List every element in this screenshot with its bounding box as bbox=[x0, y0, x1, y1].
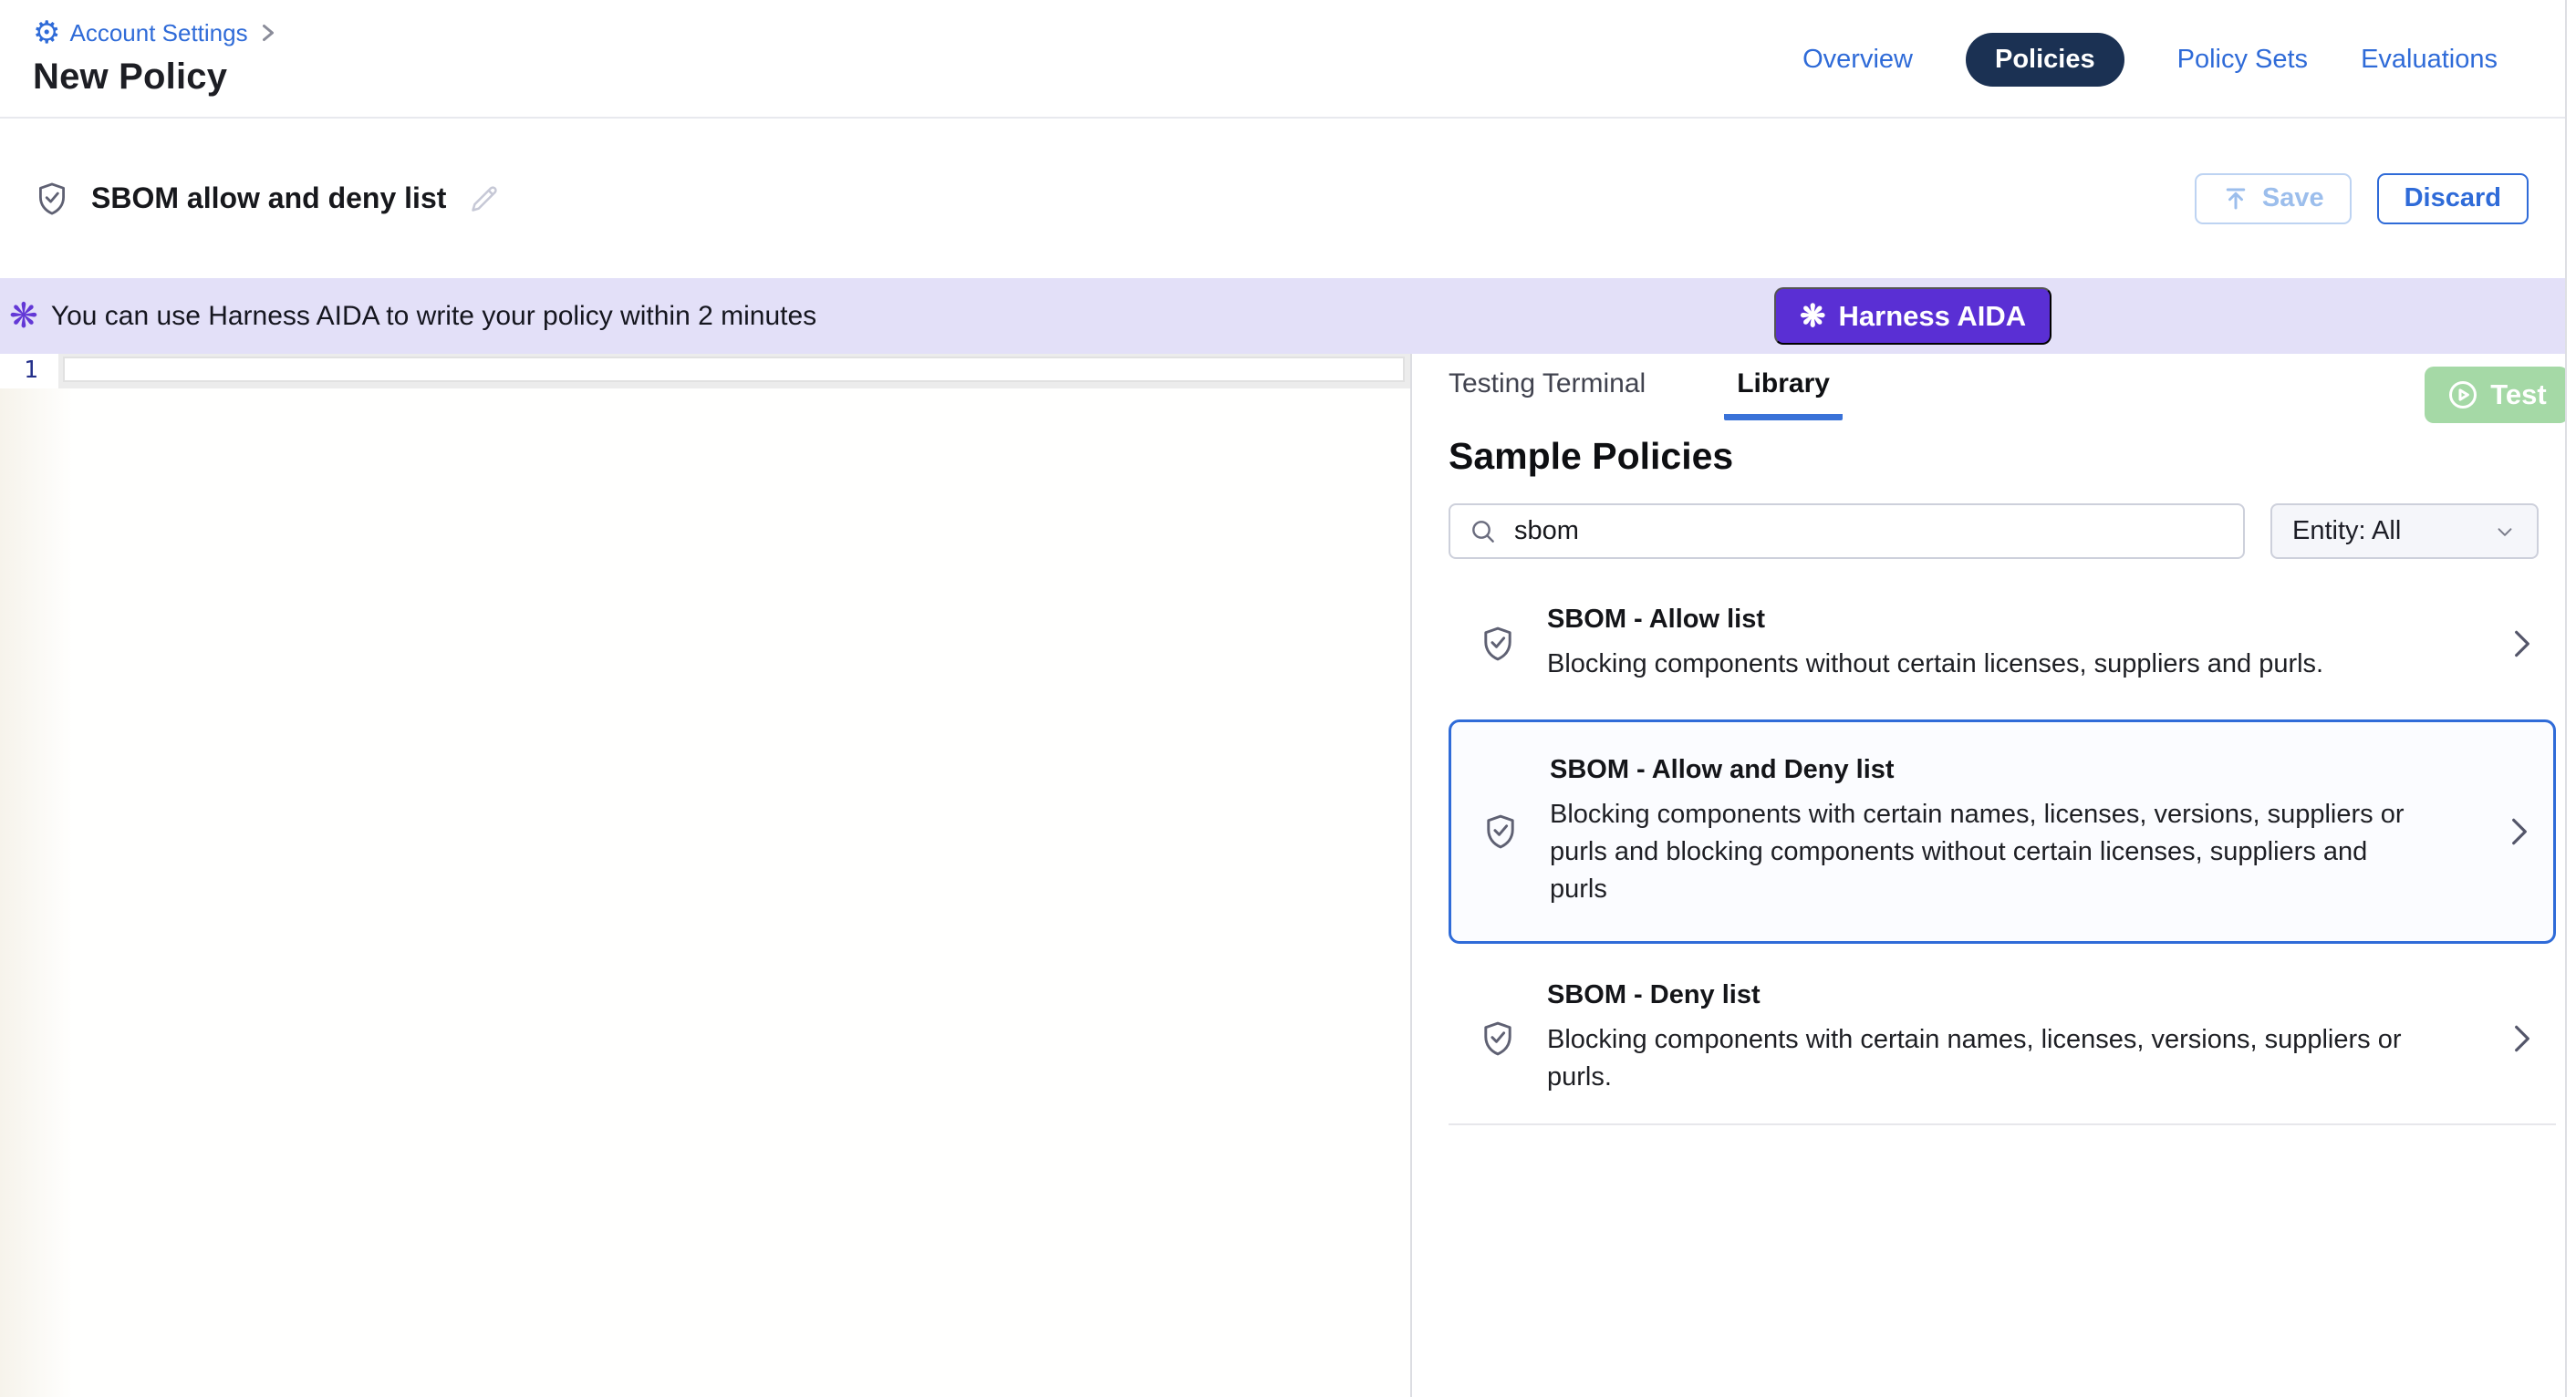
search-icon bbox=[1469, 517, 1498, 546]
shield-check-icon bbox=[1478, 1019, 1518, 1059]
nav-tab-overview[interactable]: Overview bbox=[1802, 45, 1913, 75]
editor-current-line[interactable] bbox=[63, 357, 1405, 382]
test-button-label: Test bbox=[2490, 378, 2546, 411]
aida-button-sparkle-icon: ❋ bbox=[1800, 299, 1826, 334]
tab-library[interactable]: Library bbox=[1724, 368, 1843, 420]
editor-line-number: 1 bbox=[0, 354, 58, 388]
chevron-right-icon[interactable] bbox=[2506, 814, 2533, 849]
chevron-right-icon[interactable] bbox=[2508, 626, 2536, 661]
policy-card-sbom-deny-list[interactable]: SBOM - Deny list Blocking components wit… bbox=[1449, 980, 2556, 1096]
editor-current-line-wrap bbox=[58, 354, 1410, 388]
page-scrollbar[interactable] bbox=[2565, 0, 2576, 1397]
edit-pencil-icon[interactable] bbox=[466, 181, 503, 217]
chevron-right-icon[interactable] bbox=[2508, 1021, 2536, 1056]
policy-card-title: SBOM - Allow list bbox=[1547, 605, 2405, 635]
policy-card-description: Blocking components with certain names, … bbox=[1550, 796, 2407, 908]
policy-card-description: Blocking components with certain names, … bbox=[1547, 1021, 2405, 1096]
header-left: ⚙ Account Settings New Policy bbox=[33, 15, 277, 117]
module-nav: Overview Policies Policy Sets Evaluation… bbox=[1802, 24, 2498, 95]
nav-tab-policies[interactable]: Policies bbox=[1966, 33, 2124, 87]
breadcrumb-account-settings-link[interactable]: Account Settings bbox=[69, 19, 247, 47]
shield-check-icon bbox=[1478, 624, 1518, 664]
tab-testing-terminal[interactable]: Testing Terminal bbox=[1449, 368, 1646, 420]
breadcrumb-chevron-right-icon bbox=[259, 22, 277, 44]
search-filter-row: Entity: All bbox=[1449, 503, 2576, 559]
search-box bbox=[1449, 503, 2245, 559]
test-button[interactable]: Test bbox=[2425, 367, 2569, 423]
entity-filter-value: Entity: All bbox=[2292, 516, 2401, 546]
policy-card-description: Blocking components without certain lice… bbox=[1547, 646, 2405, 683]
upload-icon bbox=[2222, 185, 2249, 212]
settings-gear-icon: ⚙ bbox=[33, 17, 60, 48]
shield-check-icon bbox=[33, 180, 71, 218]
discard-button-label: Discard bbox=[2405, 183, 2501, 213]
aida-banner: ❋ You can use Harness AIDA to write your… bbox=[0, 278, 2565, 354]
nav-tab-policy-sets[interactable]: Policy Sets bbox=[2177, 45, 2308, 75]
entity-filter-dropdown[interactable]: Entity: All bbox=[2270, 503, 2539, 559]
aida-button-label: Harness AIDA bbox=[1839, 300, 2027, 333]
new-policy-page: ⚙ Account Settings New Policy Overview P… bbox=[0, 0, 2576, 1397]
save-button[interactable]: Save bbox=[2195, 173, 2352, 224]
aida-banner-message: You can use Harness AIDA to write your p… bbox=[51, 301, 816, 332]
policy-card-body: SBOM - Allow list Blocking components wi… bbox=[1547, 605, 2405, 683]
chevron-down-icon bbox=[2493, 520, 2517, 543]
policy-code-editor[interactable]: 1 bbox=[0, 354, 1412, 1397]
sample-policy-list: SBOM - Allow list Blocking components wi… bbox=[1449, 605, 2576, 1125]
policy-card-sbom-allow-list[interactable]: SBOM - Allow list Blocking components wi… bbox=[1449, 605, 2556, 683]
harness-aida-button[interactable]: ❋ Harness AIDA bbox=[1774, 287, 2051, 345]
policy-card-title: SBOM - Deny list bbox=[1547, 980, 2405, 1010]
page-header: ⚙ Account Settings New Policy Overview P… bbox=[0, 0, 2576, 119]
discard-button[interactable]: Discard bbox=[2377, 173, 2529, 224]
aida-sparkle-icon: ❋ bbox=[9, 299, 38, 334]
policy-card-body: SBOM - Deny list Blocking components wit… bbox=[1547, 980, 2405, 1096]
toolbar-actions: Save Discard bbox=[2195, 173, 2529, 224]
policy-name-group: SBOM allow and deny list bbox=[33, 180, 503, 218]
policy-toolbar: SBOM allow and deny list Save Discard bbox=[0, 119, 2576, 278]
list-divider bbox=[1449, 1123, 2556, 1125]
breadcrumb: ⚙ Account Settings bbox=[33, 15, 277, 51]
panel-tabs: Testing Terminal Library bbox=[1449, 368, 2576, 420]
search-input[interactable] bbox=[1512, 515, 2225, 547]
save-button-label: Save bbox=[2262, 183, 2324, 213]
policy-card-sbom-allow-and-deny-list[interactable]: SBOM - Allow and Deny list Blocking comp… bbox=[1449, 719, 2556, 944]
policy-name: SBOM allow and deny list bbox=[91, 181, 446, 215]
page-title: New Policy bbox=[33, 57, 277, 98]
main-split: 1 Testing Terminal Library Test Sample P… bbox=[0, 354, 2576, 1397]
library-panel: Testing Terminal Library Test Sample Pol… bbox=[1412, 354, 2576, 1397]
policy-card-body: SBOM - Allow and Deny list Blocking comp… bbox=[1550, 755, 2407, 908]
shield-check-icon bbox=[1480, 812, 1521, 852]
nav-tab-evaluations[interactable]: Evaluations bbox=[2361, 45, 2498, 75]
play-circle-icon bbox=[2446, 378, 2479, 411]
policy-card-title: SBOM - Allow and Deny list bbox=[1550, 755, 2407, 785]
sample-policies-heading: Sample Policies bbox=[1449, 435, 2576, 478]
editor-line-1[interactable]: 1 bbox=[0, 354, 1410, 388]
